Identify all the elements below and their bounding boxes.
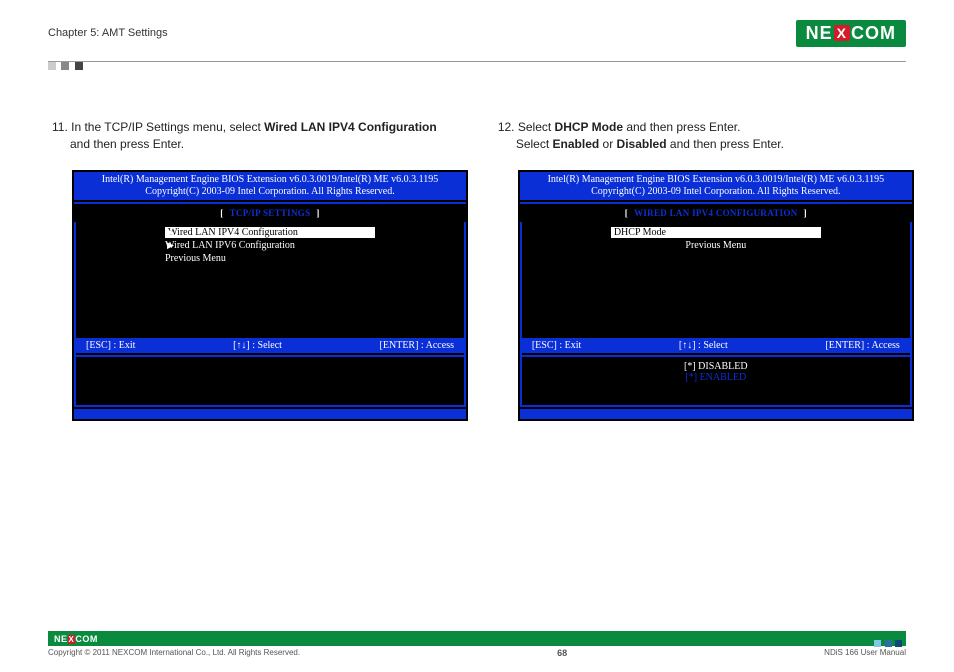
instr-text: Select <box>516 137 553 151</box>
page-footer: NEXCOM Copyright © 2011 NEXCOM Internati… <box>48 631 906 658</box>
content-columns: 11. In the TCP/IP Settings menu, select … <box>48 119 906 421</box>
page-number: 68 <box>557 648 567 658</box>
footer-bar: NEXCOM <box>48 631 906 646</box>
footer-logo: NEXCOM <box>54 634 98 644</box>
square-icon <box>75 62 83 70</box>
bios-title-line2: Copyright(C) 2003-09 Intel Corporation. … <box>78 186 462 198</box>
instr-text: and then press Enter. <box>70 137 184 151</box>
menu-item-previous[interactable]: Previous Menu <box>522 239 910 252</box>
decorative-squares <box>48 57 84 75</box>
menu-label: DHCP Mode <box>611 227 821 238</box>
bracket-icon: ] <box>310 208 325 218</box>
menu-label: Previous Menu <box>611 240 821 251</box>
bios-bottom-bar <box>74 409 466 419</box>
bios-title-line2: Copyright(C) 2003-09 Intel Corporation. … <box>524 186 908 198</box>
instruction-12: 12. Select DHCP Mode and then press Ente… <box>512 119 906 154</box>
bios-lower-panel: [*] DISABLED [*] ENABLED <box>520 355 912 407</box>
logo-part-right: COM <box>851 23 896 44</box>
bios-menu: DHCP Mode Previous Menu <box>520 222 912 338</box>
help-esc: [ESC] : Exit <box>532 340 581 351</box>
bios-screen-right: Intel(R) Management Engine BIOS Extensio… <box>518 170 914 421</box>
logo-x-icon: X <box>834 25 850 41</box>
logo-part-right: COM <box>75 634 98 644</box>
instr-text: Select <box>515 120 555 134</box>
option-disabled[interactable]: [*] DISABLED <box>522 361 910 372</box>
bios-section-title: [ TCP/IP SETTINGS ] <box>74 202 466 222</box>
divider <box>48 61 906 62</box>
manual-page: Chapter 5: AMT Settings NE X COM 11. In … <box>0 0 954 672</box>
bios-header-bar: Intel(R) Management Engine BIOS Extensio… <box>520 172 912 202</box>
bracket-icon: [ <box>619 208 634 218</box>
instruction-11: 11. In the TCP/IP Settings menu, select … <box>66 119 460 154</box>
menu-label: Previous Menu <box>165 253 375 264</box>
section-label: WIRED LAN IPV4 CONFIGURATION <box>634 208 798 218</box>
arrow-right-icon: ▶ <box>167 227 377 238</box>
menu-item-previous[interactable]: Previous Menu <box>76 252 464 265</box>
header-rule <box>48 51 906 77</box>
footer-text-row: Copyright © 2011 NEXCOM International Co… <box>48 648 906 658</box>
help-esc: [ESC] : Exit <box>86 340 135 351</box>
step-number: 11. <box>52 120 68 134</box>
nexcom-logo: NE X COM <box>796 20 906 47</box>
bracket-icon: [ <box>214 208 229 218</box>
bios-bottom-bar <box>520 409 912 419</box>
instr-text: or <box>599 137 616 151</box>
bios-title-line1: Intel(R) Management Engine BIOS Extensio… <box>524 174 908 186</box>
bios-section-title: [ WIRED LAN IPV4 CONFIGURATION ] <box>520 202 912 222</box>
instr-bold: Enabled <box>553 137 600 151</box>
bios-menu: Wired LAN IPV4 Configuration▶ Wired LAN … <box>74 222 466 338</box>
option-enabled[interactable]: [*] ENABLED <box>522 372 910 383</box>
footer-decorative-squares <box>875 634 902 652</box>
menu-item-ipv4[interactable]: Wired LAN IPV4 Configuration▶ <box>76 226 464 239</box>
bios-help-bar: [ESC] : Exit [↑↓] : Select [ENTER] : Acc… <box>520 338 912 353</box>
logo-part-left: NE <box>806 23 833 44</box>
help-enter: [ENTER] : Access <box>380 340 454 351</box>
bracket-icon: ] <box>798 208 813 218</box>
square-icon <box>48 62 56 70</box>
instr-bold: Disabled <box>617 137 667 151</box>
square-icon <box>885 640 892 647</box>
instr-text: and then press Enter. <box>623 120 740 134</box>
help-arrows: [↑↓] : Select <box>679 340 728 351</box>
help-arrows: [↑↓] : Select <box>233 340 282 351</box>
page-header: Chapter 5: AMT Settings NE X COM <box>48 15 906 51</box>
bios-screen-left: Intel(R) Management Engine BIOS Extensio… <box>72 170 468 421</box>
square-icon <box>895 640 902 647</box>
square-icon <box>874 640 881 647</box>
arrow-right-icon: ▶ <box>167 240 377 251</box>
section-label: TCP/IP SETTINGS <box>230 208 311 218</box>
step-number: 12. <box>498 120 515 134</box>
help-enter: [ENTER] : Access <box>825 340 899 351</box>
bios-header-bar: Intel(R) Management Engine BIOS Extensio… <box>74 172 466 202</box>
menu-item-ipv6[interactable]: Wired LAN IPV6 Configuration▶ <box>76 239 464 252</box>
instr-text: and then press Enter. <box>667 137 784 151</box>
bios-lower-panel <box>74 355 466 407</box>
menu-item-dhcp[interactable]: DHCP Mode <box>522 226 910 239</box>
bios-title-line1: Intel(R) Management Engine BIOS Extensio… <box>78 174 462 186</box>
instr-bold: DHCP Mode <box>555 120 623 134</box>
column-right: 12. Select DHCP Mode and then press Ente… <box>494 119 906 421</box>
instr-bold: Wired LAN IPV4 Configuration <box>264 120 437 134</box>
logo-part-left: NE <box>54 634 68 644</box>
chapter-title: Chapter 5: AMT Settings <box>48 27 168 39</box>
instr-text: In the TCP/IP Settings menu, select <box>68 120 264 134</box>
square-icon <box>61 62 69 70</box>
bios-help-bar: [ESC] : Exit [↑↓] : Select [ENTER] : Acc… <box>74 338 466 353</box>
copyright-text: Copyright © 2011 NEXCOM International Co… <box>48 648 300 658</box>
column-left: 11. In the TCP/IP Settings menu, select … <box>48 119 460 421</box>
